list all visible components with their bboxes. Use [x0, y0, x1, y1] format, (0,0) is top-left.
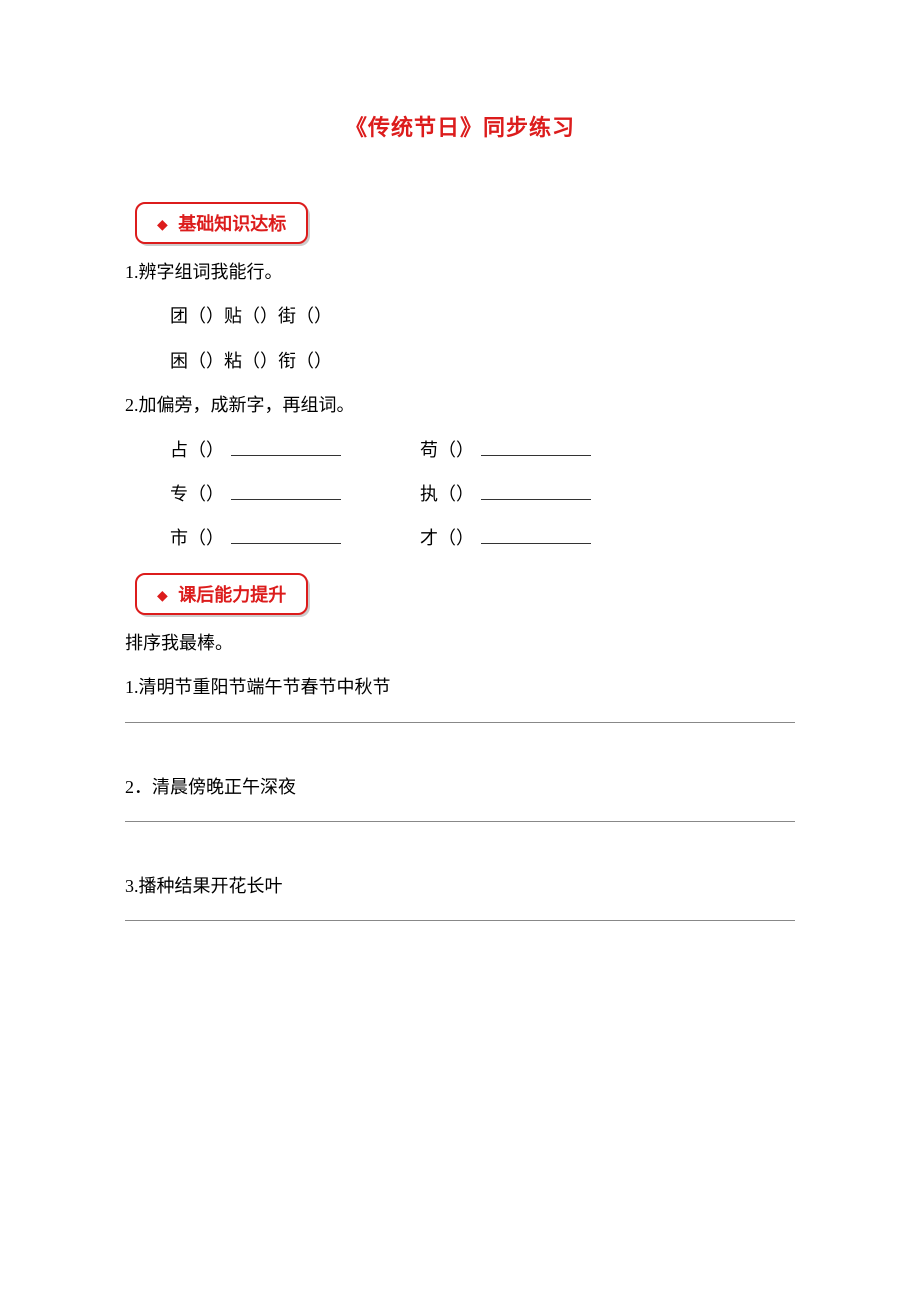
sort-item-1: 1.清明节重阳节端午节春节中秋节 [125, 671, 795, 703]
page-title: 《传统节日》同步练习 [125, 110, 795, 142]
q2-right-1-text: 苟（） [420, 440, 474, 460]
section-label-advanced: ◆ 课后能力提升 [135, 573, 308, 615]
worksheet-page: 《传统节日》同步练习 ◆ 基础知识达标 1.辨字组词我能行。 团（）贴（）街（）… [0, 0, 920, 921]
q1-line2[interactable]: 困（）粘（）衔（） [125, 345, 795, 377]
q2-prompt: 2.加偏旁，成新字，再组词。 [125, 389, 795, 421]
q2-row-2: 专（） 执（） [125, 478, 795, 510]
answer-line-1[interactable] [125, 722, 795, 723]
answer-line-3[interactable] [125, 920, 795, 921]
q2-row-1: 占（） 苟（） [125, 434, 795, 466]
q2-cell-right-2[interactable]: 执（） [420, 478, 670, 510]
q2-left-1-text: 占（） [170, 440, 224, 460]
q2-cell-left-3[interactable]: 市（） [170, 522, 420, 554]
q2-cell-right-3[interactable]: 才（） [420, 522, 670, 554]
sort-intro: 排序我最棒。 [125, 627, 795, 659]
q1-line1[interactable]: 团（）贴（）街（） [125, 300, 795, 332]
q2-right-3-text: 才（） [420, 528, 474, 548]
blank-input[interactable] [481, 482, 591, 500]
blank-input[interactable] [231, 482, 341, 500]
blank-input[interactable] [231, 526, 341, 544]
q1-prompt: 1.辨字组词我能行。 [125, 256, 795, 288]
diamond-icon: ◆ [157, 217, 168, 234]
section-advanced: ◆ 课后能力提升 排序我最棒。 1.清明节重阳节端午节春节中秋节 2．清晨傍晚正… [125, 573, 795, 922]
diamond-icon: ◆ [157, 588, 168, 605]
answer-line-2[interactable] [125, 821, 795, 822]
section-label-advanced-text: 课后能力提升 [178, 585, 286, 605]
q2-right-2-text: 执（） [420, 484, 474, 504]
blank-input[interactable] [481, 526, 591, 544]
q2-cell-left-1[interactable]: 占（） [170, 434, 420, 466]
q2-left-2-text: 专（） [170, 484, 224, 504]
q2-row-3: 市（） 才（） [125, 522, 795, 554]
q2-cell-right-1[interactable]: 苟（） [420, 434, 670, 466]
sort-item-3: 3.播种结果开花长叶 [125, 870, 795, 902]
section-basics: ◆ 基础知识达标 1.辨字组词我能行。 团（）贴（）街（） 困（）粘（）衔（） … [125, 202, 795, 555]
blank-input[interactable] [481, 438, 591, 456]
q2-left-3-text: 市（） [170, 528, 224, 548]
q2-cell-left-2[interactable]: 专（） [170, 478, 420, 510]
section-label-basics-text: 基础知识达标 [178, 214, 286, 234]
section-label-basics: ◆ 基础知识达标 [135, 202, 308, 244]
blank-input[interactable] [231, 438, 341, 456]
sort-item-2: 2．清晨傍晚正午深夜 [125, 771, 795, 803]
